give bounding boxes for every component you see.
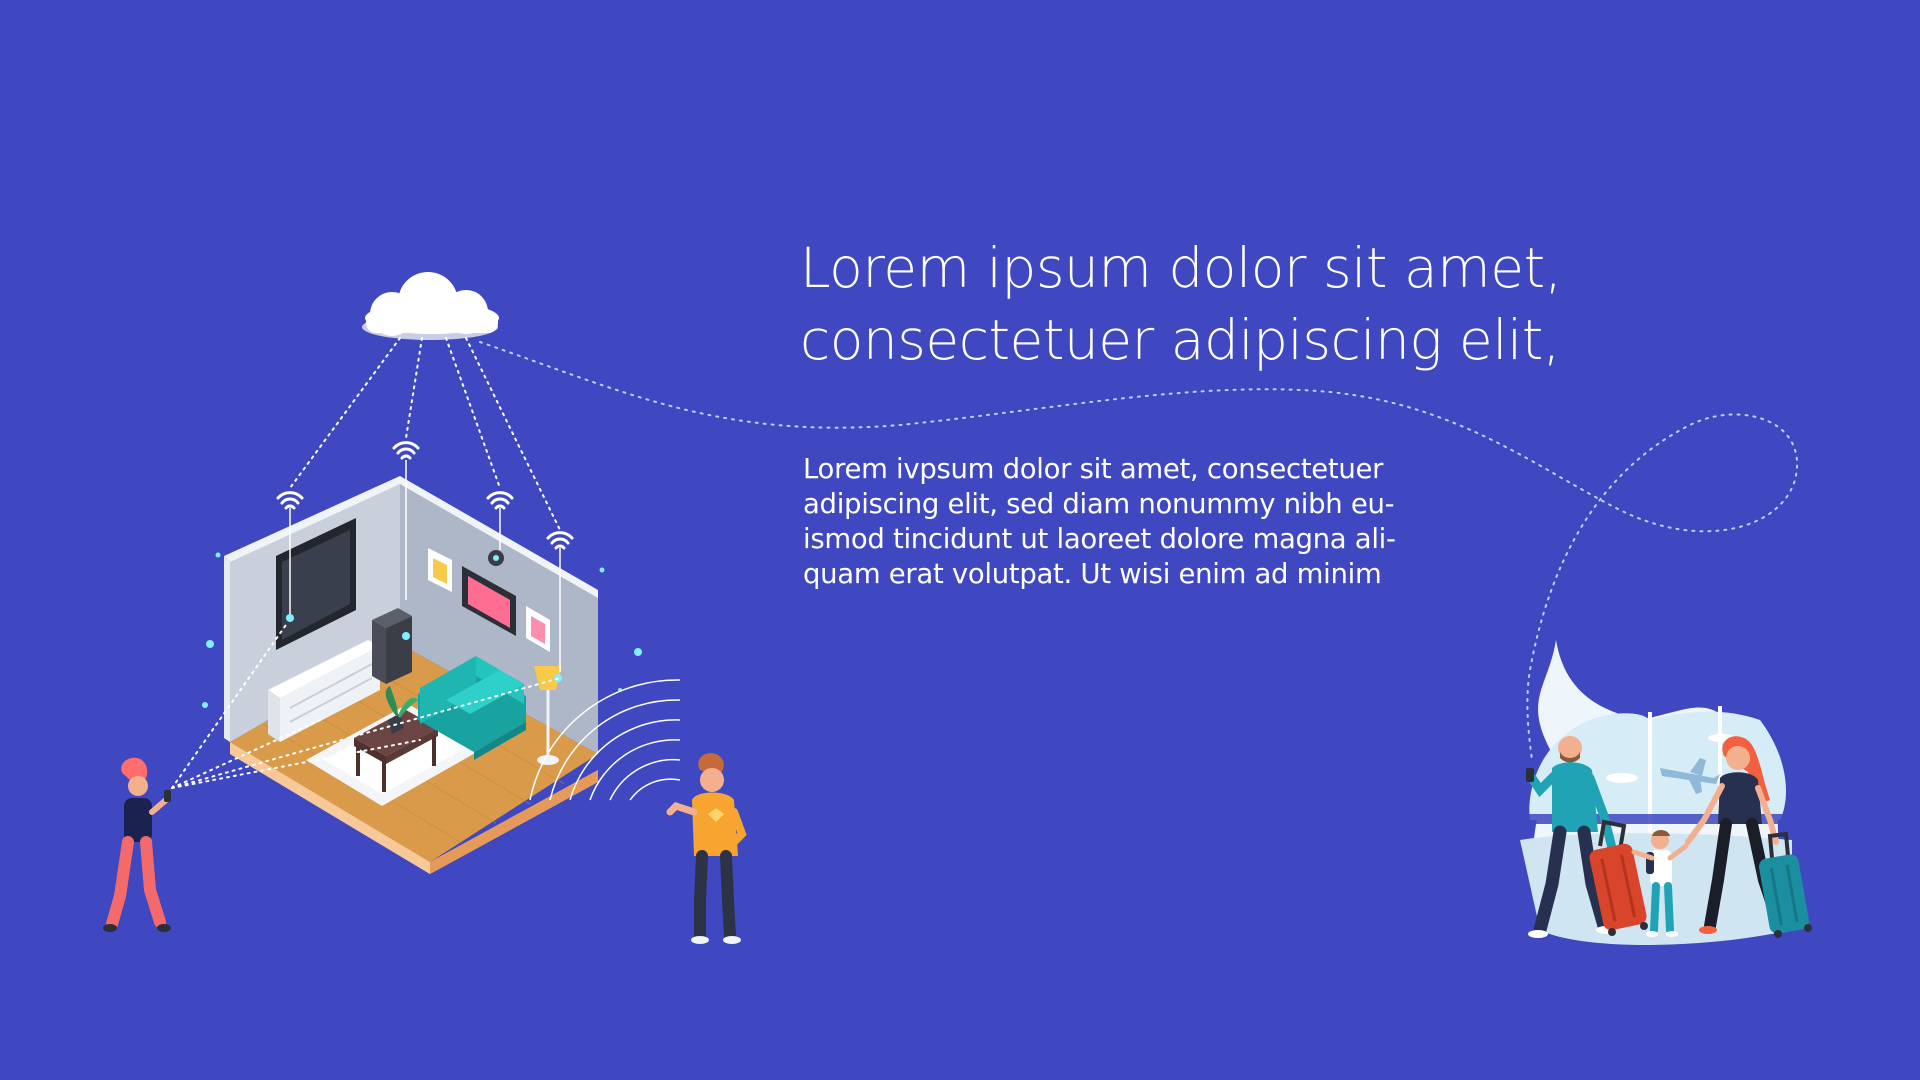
man-gesturing [666,753,747,944]
body-line-1: Lorem ivpsum dolor sit amet, consectetue… [803,453,1384,485]
woman-with-phone [103,757,171,932]
cloud-icon [362,272,499,340]
heading-line-2: consectetuer adipiscing elit, [800,308,1560,372]
heading-line-1: Lorem ipsum dolor sit amet, [800,236,1562,300]
body-line-2: adipiscing elit, sed diam nonummy nibh e… [803,488,1395,520]
slide: Lorem ipsum dolor sit amet, consectetuer… [0,0,1920,1080]
body-line-4: quam erat volutpat. Ut wisi enim ad mini… [803,558,1382,590]
slide-heading: Lorem ipsum dolor sit amet, consectetuer… [800,232,1562,376]
body-line-3: ismod tincidunt ut laoreet dolore magna … [803,523,1396,555]
slide-body-text: Lorem ivpsum dolor sit amet, consectetue… [803,452,1443,592]
smart-home-room [224,460,598,874]
